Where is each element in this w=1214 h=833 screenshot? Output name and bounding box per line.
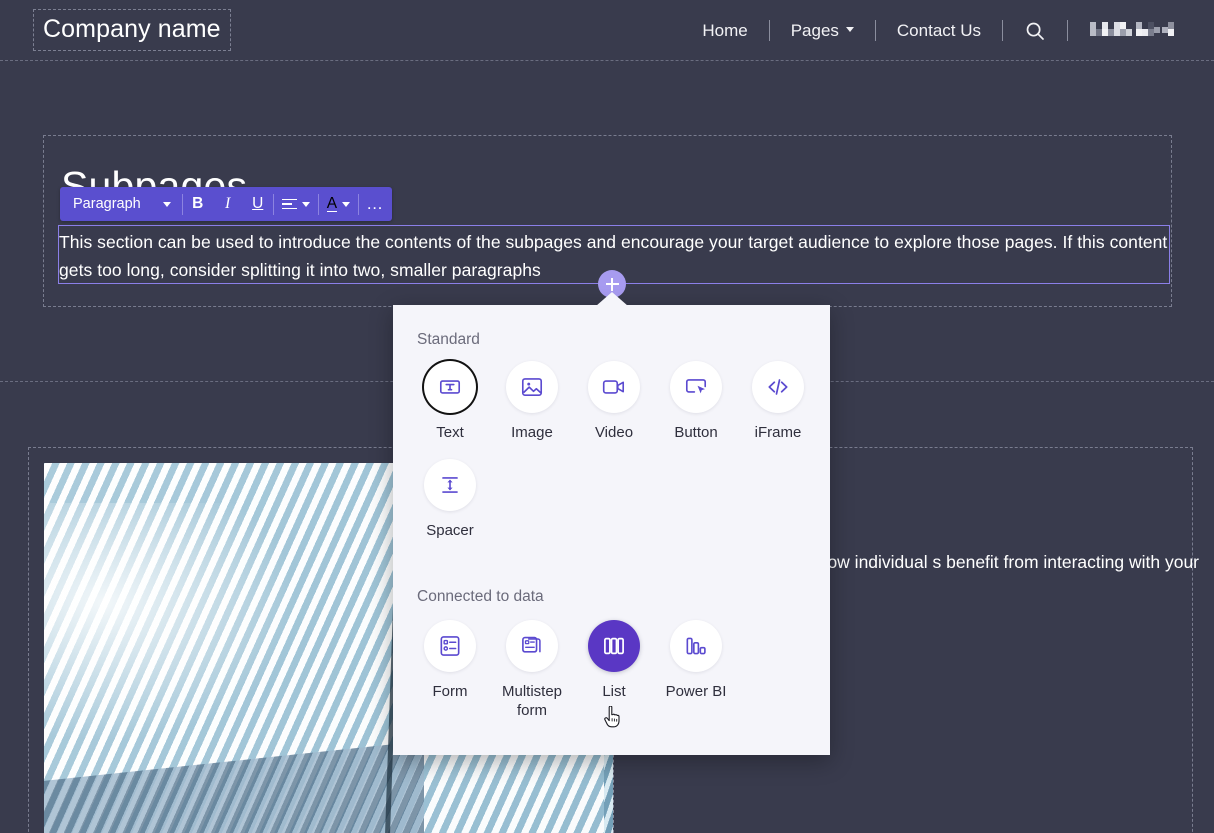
nav-separator [1002, 20, 1003, 41]
nav-item-contact-us[interactable]: Contact Us [897, 21, 981, 41]
panel-group-standard: Standard Text [393, 331, 830, 540]
component-tile-form[interactable]: Form [409, 620, 491, 720]
paragraph-style-dropdown[interactable]: Paragraph [60, 187, 182, 221]
tile-row: Spacer [409, 459, 830, 540]
text-box-icon [437, 374, 463, 400]
multistep-form-icon [519, 633, 545, 659]
chevron-down-icon [846, 27, 854, 32]
rich-text-toolbar: Paragraph B I U A … [60, 187, 392, 221]
tile-circle [588, 620, 640, 672]
tile-circle [506, 361, 558, 413]
paragraph-style-label: Paragraph [73, 196, 141, 212]
redacted-account-label[interactable] [1090, 20, 1176, 42]
font-color-dropdown[interactable]: A [319, 196, 358, 212]
mouse-cursor-pointer [604, 706, 624, 728]
panel-group-connected-to-data: Connected to data Form [393, 588, 830, 720]
panel-group-title: Standard [417, 331, 830, 349]
code-brackets-icon [765, 374, 791, 400]
tile-label: Video [595, 423, 633, 442]
image-icon [519, 374, 545, 400]
tile-label: Power BI [666, 682, 727, 701]
tile-label: List [602, 682, 625, 701]
align-dropdown[interactable] [274, 199, 318, 210]
bold-button[interactable]: B [183, 187, 213, 221]
tile-circle [670, 361, 722, 413]
nav-item-pages-label: Pages [791, 21, 839, 41]
add-component-panel: Standard Text [393, 305, 830, 755]
nav-item-pages[interactable]: Pages [791, 21, 854, 41]
photo-sun-glow [44, 503, 314, 753]
tile-label: Button [674, 423, 717, 442]
italic-button[interactable]: I [213, 187, 243, 221]
tile-circle [424, 361, 476, 413]
tile-label: Spacer [426, 521, 474, 540]
site-header: Company name Home Pages Contact Us [0, 0, 1214, 61]
nav-separator [1067, 20, 1068, 41]
component-tile-list[interactable]: List [573, 620, 655, 720]
tile-circle [424, 459, 476, 511]
more-options-button[interactable]: … [359, 187, 392, 221]
nav-separator [875, 20, 876, 41]
component-tile-button[interactable]: Button [655, 361, 737, 442]
button-pointer-icon [683, 374, 709, 400]
component-tile-video[interactable]: Video [573, 361, 655, 442]
component-tile-text[interactable]: Text [409, 361, 491, 442]
tile-circle [424, 620, 476, 672]
component-tile-power-bi[interactable]: Power BI [655, 620, 737, 720]
tile-circle [670, 620, 722, 672]
tile-label: Multistep form [493, 682, 571, 720]
tile-circle [506, 620, 558, 672]
tile-row: Text Image [409, 361, 830, 442]
component-tile-image[interactable]: Image [491, 361, 573, 442]
chevron-down-icon [163, 202, 171, 207]
tile-label: Text [436, 423, 464, 442]
vertical-arrows-icon [437, 472, 463, 498]
component-tile-spacer[interactable]: Spacer [409, 459, 491, 540]
font-color-icon: A [327, 196, 337, 212]
panel-group-title: Connected to data [417, 588, 830, 606]
nav-separator [769, 20, 770, 41]
brand-logo-text[interactable]: Company name [33, 9, 231, 51]
chevron-down-icon [302, 202, 310, 207]
nav-item-home[interactable]: Home [702, 21, 747, 41]
video-camera-icon [601, 374, 627, 400]
tile-label: Form [433, 682, 468, 701]
tile-circle [752, 361, 804, 413]
underline-button[interactable]: U [243, 187, 273, 221]
tile-circle [588, 361, 640, 413]
form-icon [437, 633, 463, 659]
panel-pointer-notch [596, 292, 628, 306]
align-left-icon [282, 199, 297, 210]
component-tile-multistep-form[interactable]: Multistep form [491, 620, 573, 720]
primary-navigation: Home Pages Contact Us [702, 0, 1214, 61]
tile-label: Image [511, 423, 553, 442]
chevron-down-icon [342, 202, 350, 207]
tile-row: Form Multistep form [409, 620, 830, 720]
list-columns-icon [601, 633, 627, 659]
power-bi-icon [683, 633, 709, 659]
tile-label: iFrame [755, 423, 802, 442]
search-icon[interactable] [1024, 20, 1046, 42]
web-page-editor-canvas: Company name Home Pages Contact Us [0, 0, 1214, 833]
component-tile-iframe[interactable]: iFrame [737, 361, 819, 442]
